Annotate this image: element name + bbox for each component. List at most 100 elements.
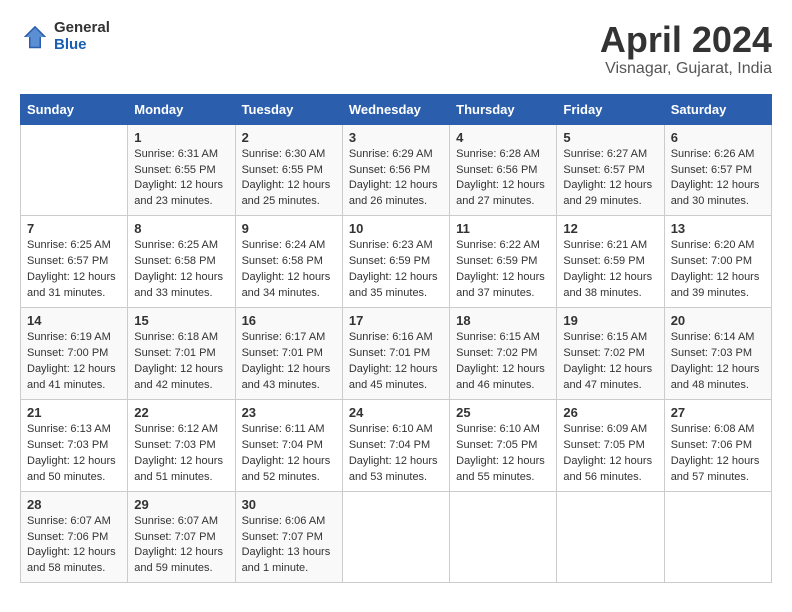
day-content: Sunrise: 6:31 AM Sunset: 6:55 PM Dayligh… xyxy=(134,147,228,211)
day-number: 3 xyxy=(349,130,443,145)
day-content: Sunrise: 6:22 AM Sunset: 6:59 PM Dayligh… xyxy=(456,238,550,302)
day-number: 15 xyxy=(134,313,228,328)
day-number: 24 xyxy=(349,405,443,420)
day-cell: 7 Sunrise: 6:25 AM Sunset: 6:57 PM Daylig… xyxy=(21,216,128,308)
location: Visnagar, Gujarat, India xyxy=(600,60,772,78)
logo-general: General xyxy=(54,20,110,37)
day-cell: 29 Sunrise: 6:07 AM Sunset: 7:07 PM Dayli… xyxy=(128,491,235,583)
day-content: Sunrise: 6:07 AM Sunset: 7:07 PM Dayligh… xyxy=(134,514,228,578)
day-number: 10 xyxy=(349,221,443,236)
day-cell xyxy=(342,491,449,583)
day-number: 7 xyxy=(27,221,121,236)
day-cell: 6Sunrise: 6:26 AM Sunset: 6:57 PM Daylig… xyxy=(664,124,771,216)
day-cell: 24 Sunrise: 6:10 AM Sunset: 7:04 PM Dayli… xyxy=(342,399,449,491)
day-number: 2 xyxy=(242,130,336,145)
calendar-header: SundayMondayTuesdayWednesdayThursdayFrid… xyxy=(21,94,772,124)
day-cell: 13 Sunrise: 6:20 AM Sunset: 7:00 PM Dayli… xyxy=(664,216,771,308)
day-cell: 11 Sunrise: 6:22 AM Sunset: 6:59 PM Dayli… xyxy=(450,216,557,308)
day-content: Sunrise: 6:06 AM Sunset: 7:07 PM Dayligh… xyxy=(242,514,336,578)
day-number: 6 xyxy=(671,130,765,145)
day-content: Sunrise: 6:28 AM Sunset: 6:56 PM Dayligh… xyxy=(456,147,550,211)
day-cell: 28Sunrise: 6:07 AM Sunset: 7:06 PM Dayli… xyxy=(21,491,128,583)
day-cell: 3 Sunrise: 6:29 AM Sunset: 6:56 PM Daylig… xyxy=(342,124,449,216)
day-cell: 23Sunrise: 6:11 AM Sunset: 7:04 PM Dayli… xyxy=(235,399,342,491)
day-number: 19 xyxy=(563,313,657,328)
week-row-0: 1 Sunrise: 6:31 AM Sunset: 6:55 PM Daylig… xyxy=(21,124,772,216)
day-number: 13 xyxy=(671,221,765,236)
logo: General Blue xyxy=(20,20,110,53)
day-number: 12 xyxy=(563,221,657,236)
day-content: Sunrise: 6:27 AM Sunset: 6:57 PM Dayligh… xyxy=(563,147,657,211)
day-content: Sunrise: 6:20 AM Sunset: 7:00 PM Dayligh… xyxy=(671,238,765,302)
week-row-4: 28Sunrise: 6:07 AM Sunset: 7:06 PM Dayli… xyxy=(21,491,772,583)
day-number: 27 xyxy=(671,405,765,420)
day-cell xyxy=(450,491,557,583)
day-content: Sunrise: 6:25 AM Sunset: 6:57 PM Dayligh… xyxy=(27,238,121,302)
week-row-3: 21Sunrise: 6:13 AM Sunset: 7:03 PM Dayli… xyxy=(21,399,772,491)
day-number: 11 xyxy=(456,221,550,236)
day-cell xyxy=(557,491,664,583)
header-cell-saturday: Saturday xyxy=(664,94,771,124)
day-cell: 8Sunrise: 6:25 AM Sunset: 6:58 PM Daylig… xyxy=(128,216,235,308)
header-row: SundayMondayTuesdayWednesdayThursdayFrid… xyxy=(21,94,772,124)
day-content: Sunrise: 6:23 AM Sunset: 6:59 PM Dayligh… xyxy=(349,238,443,302)
day-number: 22 xyxy=(134,405,228,420)
week-row-1: 7 Sunrise: 6:25 AM Sunset: 6:57 PM Daylig… xyxy=(21,216,772,308)
calendar-table: SundayMondayTuesdayWednesdayThursdayFrid… xyxy=(20,94,772,584)
day-cell xyxy=(664,491,771,583)
day-content: Sunrise: 6:30 AM Sunset: 6:55 PM Dayligh… xyxy=(242,147,336,211)
day-number: 30 xyxy=(242,497,336,512)
day-cell: 14 Sunrise: 6:19 AM Sunset: 7:00 PM Dayli… xyxy=(21,308,128,400)
logo-text: General Blue xyxy=(54,20,110,53)
day-number: 18 xyxy=(456,313,550,328)
day-content: Sunrise: 6:17 AM Sunset: 7:01 PM Dayligh… xyxy=(242,330,336,394)
header-cell-wednesday: Wednesday xyxy=(342,94,449,124)
day-content: Sunrise: 6:15 AM Sunset: 7:02 PM Dayligh… xyxy=(563,330,657,394)
day-number: 4 xyxy=(456,130,550,145)
day-number: 29 xyxy=(134,497,228,512)
header-cell-monday: Monday xyxy=(128,94,235,124)
header-cell-sunday: Sunday xyxy=(21,94,128,124)
day-cell: 5 Sunrise: 6:27 AM Sunset: 6:57 PM Daylig… xyxy=(557,124,664,216)
calendar-body: 1 Sunrise: 6:31 AM Sunset: 6:55 PM Daylig… xyxy=(21,124,772,583)
day-cell: 1 Sunrise: 6:31 AM Sunset: 6:55 PM Daylig… xyxy=(128,124,235,216)
day-cell: 26 Sunrise: 6:09 AM Sunset: 7:05 PM Dayli… xyxy=(557,399,664,491)
day-content: Sunrise: 6:09 AM Sunset: 7:05 PM Dayligh… xyxy=(563,422,657,486)
day-number: 16 xyxy=(242,313,336,328)
day-cell: 9 Sunrise: 6:24 AM Sunset: 6:58 PM Daylig… xyxy=(235,216,342,308)
day-content: Sunrise: 6:11 AM Sunset: 7:04 PM Dayligh… xyxy=(242,422,336,486)
day-content: Sunrise: 6:19 AM Sunset: 7:00 PM Dayligh… xyxy=(27,330,121,394)
day-cell xyxy=(21,124,128,216)
day-cell: 15 Sunrise: 6:18 AM Sunset: 7:01 PM Dayli… xyxy=(128,308,235,400)
day-cell: 18Sunrise: 6:15 AM Sunset: 7:02 PM Dayli… xyxy=(450,308,557,400)
month-title: April 2024 xyxy=(600,20,772,60)
day-number: 26 xyxy=(563,405,657,420)
day-content: Sunrise: 6:14 AM Sunset: 7:03 PM Dayligh… xyxy=(671,330,765,394)
logo-blue: Blue xyxy=(54,37,110,54)
day-cell: 16 Sunrise: 6:17 AM Sunset: 7:01 PM Dayli… xyxy=(235,308,342,400)
day-cell: 21Sunrise: 6:13 AM Sunset: 7:03 PM Dayli… xyxy=(21,399,128,491)
day-number: 5 xyxy=(563,130,657,145)
day-cell: 2 Sunrise: 6:30 AM Sunset: 6:55 PM Daylig… xyxy=(235,124,342,216)
day-number: 14 xyxy=(27,313,121,328)
day-cell: 17Sunrise: 6:16 AM Sunset: 7:01 PM Dayli… xyxy=(342,308,449,400)
day-number: 1 xyxy=(134,130,228,145)
page-header: General Blue April 2024 Visnagar, Gujara… xyxy=(20,20,772,78)
day-content: Sunrise: 6:07 AM Sunset: 7:06 PM Dayligh… xyxy=(27,514,121,578)
day-number: 17 xyxy=(349,313,443,328)
day-content: Sunrise: 6:25 AM Sunset: 6:58 PM Dayligh… xyxy=(134,238,228,302)
day-content: Sunrise: 6:10 AM Sunset: 7:05 PM Dayligh… xyxy=(456,422,550,486)
day-number: 9 xyxy=(242,221,336,236)
day-content: Sunrise: 6:24 AM Sunset: 6:58 PM Dayligh… xyxy=(242,238,336,302)
day-content: Sunrise: 6:12 AM Sunset: 7:03 PM Dayligh… xyxy=(134,422,228,486)
day-cell: 22 Sunrise: 6:12 AM Sunset: 7:03 PM Dayli… xyxy=(128,399,235,491)
header-cell-tuesday: Tuesday xyxy=(235,94,342,124)
day-content: Sunrise: 6:08 AM Sunset: 7:06 PM Dayligh… xyxy=(671,422,765,486)
day-cell: 30 Sunrise: 6:06 AM Sunset: 7:07 PM Dayli… xyxy=(235,491,342,583)
day-content: Sunrise: 6:10 AM Sunset: 7:04 PM Dayligh… xyxy=(349,422,443,486)
day-cell: 10 Sunrise: 6:23 AM Sunset: 6:59 PM Dayli… xyxy=(342,216,449,308)
header-cell-thursday: Thursday xyxy=(450,94,557,124)
day-content: Sunrise: 6:18 AM Sunset: 7:01 PM Dayligh… xyxy=(134,330,228,394)
day-number: 21 xyxy=(27,405,121,420)
day-content: Sunrise: 6:29 AM Sunset: 6:56 PM Dayligh… xyxy=(349,147,443,211)
